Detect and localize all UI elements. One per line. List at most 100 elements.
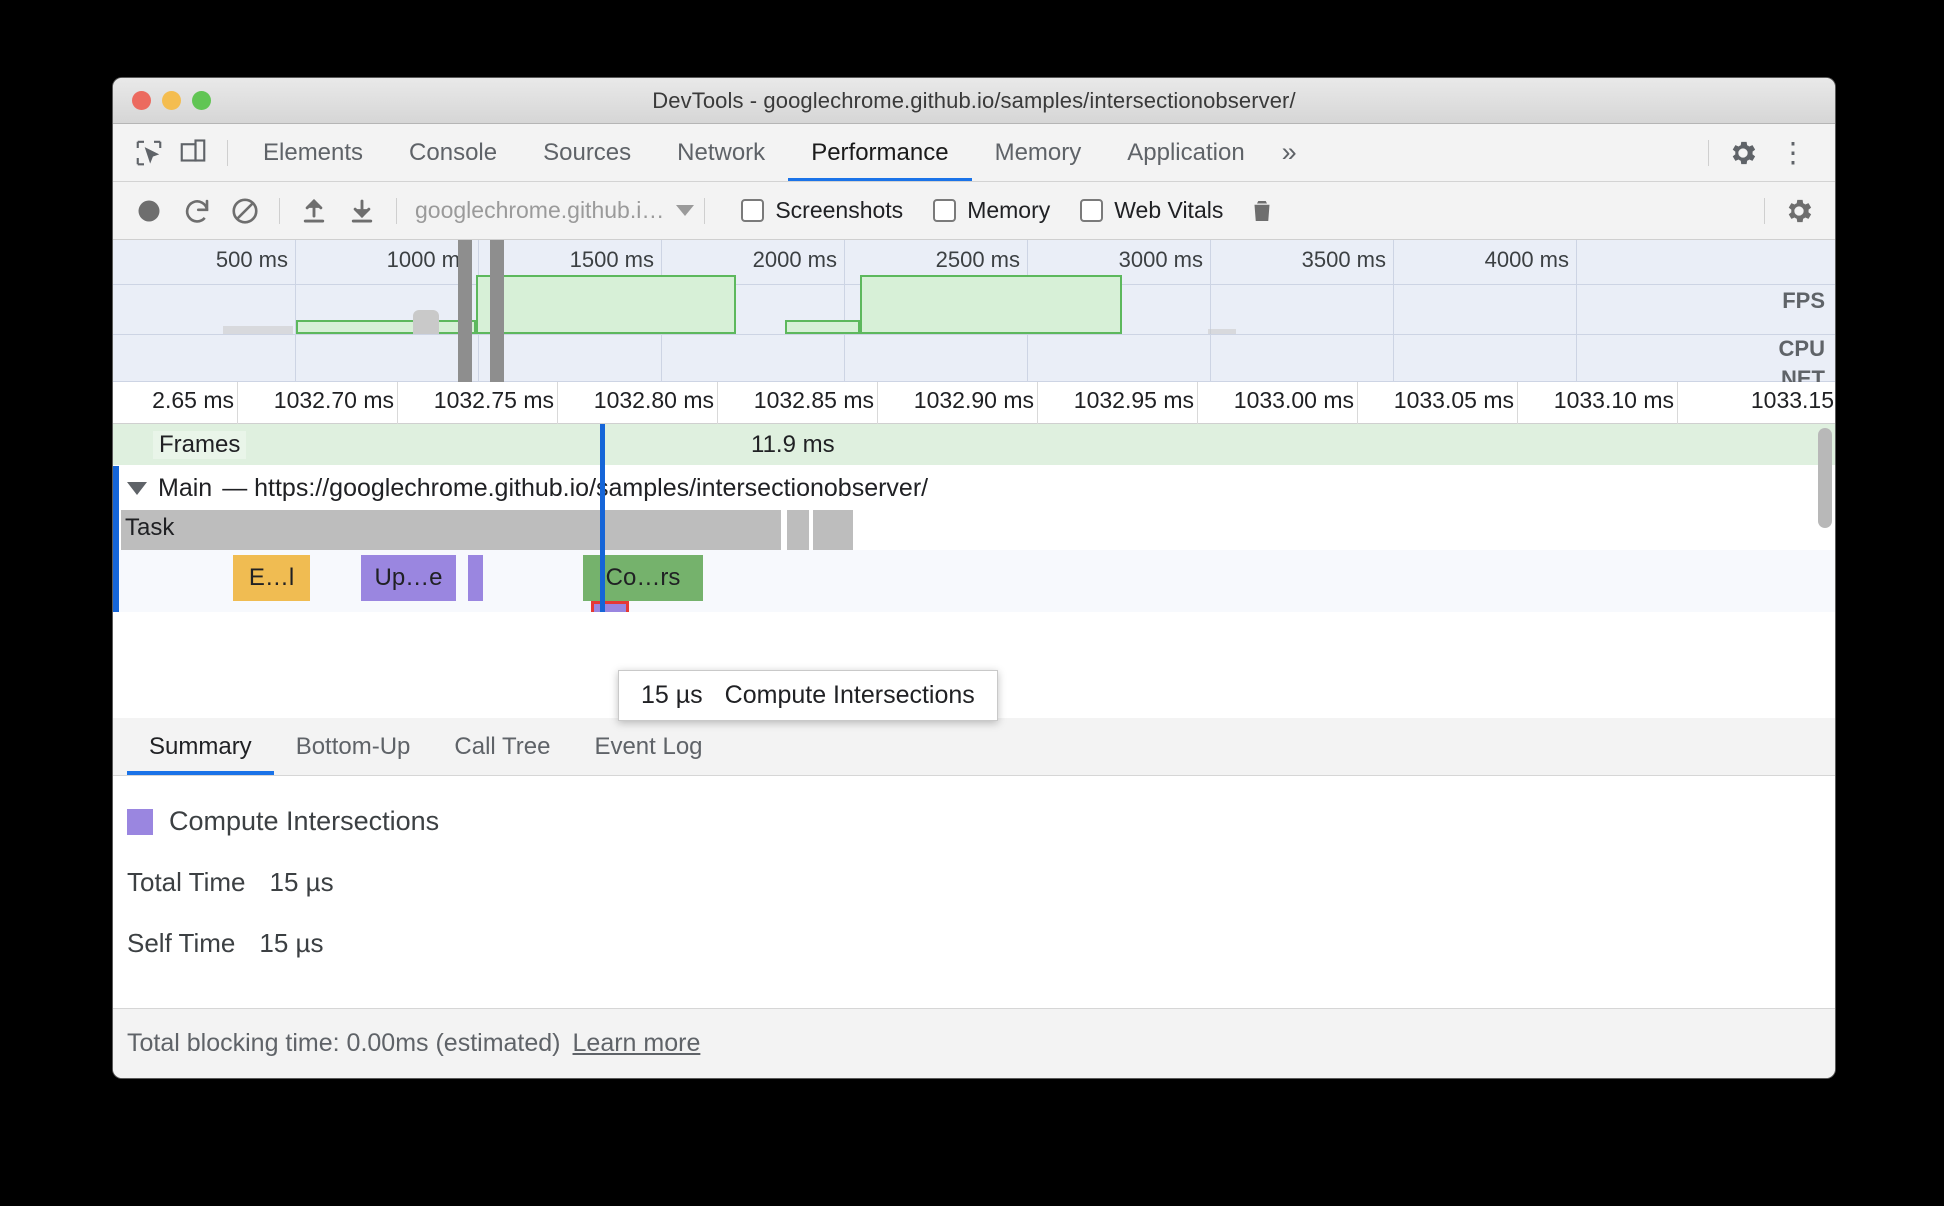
tab-elements[interactable]: Elements [240, 124, 386, 181]
checkbox-web-vitals[interactable]: Web Vitals [1080, 197, 1223, 224]
cpu-activity [1208, 329, 1236, 334]
overview-selection-handle-left[interactable] [458, 240, 472, 382]
ruler-tick: 1032.70 ms [238, 382, 398, 424]
summary-content: Compute Intersections Total Time 15 µs S… [113, 776, 1835, 959]
ruler-tick-label: 1032.70 ms [273, 387, 394, 413]
tab-bottom-up[interactable]: Bottom-Up [274, 718, 433, 775]
event-tooltip: 15 µs Compute Intersections [618, 670, 998, 721]
cpu-activity [223, 326, 293, 334]
frame-duration-label: 11.9 ms [751, 431, 835, 458]
event-block[interactable]: E…l [233, 555, 310, 601]
ruler-tick-label: 1033.00 ms [1233, 387, 1354, 413]
capture-settings-group: Screenshots Memory Web Vitals [741, 197, 1223, 224]
task-bar[interactable] [121, 510, 781, 550]
checkbox-box-memory[interactable] [933, 199, 957, 222]
task-row[interactable]: Task [113, 510, 1835, 550]
summary-label-self-time: Self Time [127, 928, 236, 958]
summary-value-self-time: 15 µs [259, 928, 324, 958]
tab-call-tree[interactable]: Call Tree [432, 718, 572, 775]
checkbox-label-web-vitals: Web Vitals [1114, 197, 1224, 223]
trash-icon[interactable] [1247, 196, 1277, 226]
ruler-tick: 1033.05 ms [1358, 382, 1518, 424]
record-circle-icon[interactable] [125, 189, 173, 233]
toolbar-divider-1 [279, 197, 280, 224]
ruler-tick: 1033.10 ms [1518, 382, 1678, 424]
timeline-playhead[interactable] [600, 424, 605, 612]
more-tabs-button[interactable]: » [1268, 124, 1311, 181]
checkbox-box-screenshots[interactable] [741, 199, 765, 222]
ruler-tick: 1033.15 [1678, 382, 1835, 424]
ruler-tick: 1032.95 ms [1038, 382, 1198, 424]
blocking-time-text: Total blocking time: 0.00ms (estimated) [127, 1029, 561, 1057]
url-dropdown-value: googlechrome.github.i… [415, 197, 665, 223]
selected-event-block[interactable] [591, 601, 629, 612]
timeline-overview[interactable]: 500 ms 1000 ms 1500 ms 2000 ms 2500 ms 3… [113, 240, 1835, 391]
checkbox-memory[interactable]: Memory [933, 197, 1050, 224]
details-tab-bar: Summary Bottom-Up Call Tree Event Log [113, 718, 1835, 776]
overview-tick-label: 2000 ms [752, 247, 837, 272]
ruler-tick-label: 1033.10 ms [1553, 387, 1674, 413]
event-row[interactable]: E…l Up…e Co…rs [113, 550, 1835, 612]
devtools-tab-bar: Elements Console Sources Network Perform… [113, 124, 1835, 182]
chevron-down-icon [676, 205, 695, 216]
chevron-down-icon[interactable] [127, 481, 147, 495]
reload-icon[interactable] [173, 189, 221, 233]
overview-tick-label: 3500 ms [1301, 247, 1386, 272]
ruler-tick-label: 1032.90 ms [913, 387, 1034, 413]
gear-icon[interactable] [1721, 131, 1765, 175]
summary-label-total-time: Total Time [127, 867, 246, 897]
tab-event-log[interactable]: Event Log [572, 718, 724, 775]
ruler-tick: 1032.80 ms [558, 382, 718, 424]
tab-memory[interactable]: Memory [972, 124, 1105, 181]
ruler-tick-label: 2.65 ms [152, 387, 234, 413]
fps-band [785, 320, 860, 334]
summary-value-total-time: 15 µs [269, 867, 334, 897]
tab-performance[interactable]: Performance [788, 124, 971, 181]
event-block[interactable]: Up…e [361, 555, 456, 601]
ruler-tick: 1032.75 ms [398, 382, 558, 424]
main-track-header[interactable]: Main — https://googlechrome.github.io/sa… [113, 466, 1835, 510]
download-arrow-icon[interactable] [338, 189, 386, 233]
tab-console[interactable]: Console [386, 124, 520, 181]
overview-selection-handle-right[interactable] [490, 240, 504, 382]
flame-chart-tracks[interactable]: Frames 11.9 ms Main — https://googlechro… [113, 424, 1835, 612]
task-bar[interactable] [813, 510, 853, 550]
checkbox-label-screenshots: Screenshots [775, 197, 904, 223]
overview-tick-label: 1500 ms [569, 247, 654, 272]
checkbox-screenshots[interactable]: Screenshots [741, 197, 903, 224]
learn-more-link[interactable]: Learn more [573, 1029, 701, 1058]
overview-row-label-cpu: CPU [1778, 336, 1825, 361]
fps-band [296, 320, 476, 334]
zoom-button[interactable] [192, 91, 211, 110]
overview-row-label-fps: FPS [1782, 288, 1825, 313]
clear-prohibited-icon[interactable] [221, 189, 269, 233]
toolbar-divider-2 [396, 197, 397, 224]
tab-application[interactable]: Application [1104, 124, 1267, 181]
more-options-icon[interactable]: ⋮ [1765, 136, 1821, 169]
frames-track[interactable]: Frames 11.9 ms [113, 424, 1835, 466]
minimize-button[interactable] [162, 91, 181, 110]
capture-settings-gear-icon[interactable] [1775, 189, 1823, 233]
ruler-tick: 1032.90 ms [878, 382, 1038, 424]
close-button[interactable] [132, 91, 151, 110]
window-title: DevTools - googlechrome.github.io/sample… [652, 87, 1296, 113]
tracks-scrollbar[interactable] [1818, 428, 1832, 528]
overview-tick-label: 4000 ms [1484, 247, 1569, 272]
device-toolbar-icon[interactable] [171, 131, 215, 175]
upload-arrow-icon[interactable] [290, 189, 338, 233]
detail-timeline-ruler[interactable]: 2.65 ms 1032.70 ms 1032.75 ms 1032.80 ms… [113, 382, 1835, 424]
event-block[interactable] [468, 555, 483, 601]
inspect-element-icon[interactable] [127, 131, 171, 175]
tab-sources[interactable]: Sources [520, 124, 654, 181]
track-left-edge [113, 466, 119, 612]
event-color-swatch [127, 808, 153, 835]
ruler-tick-label: 1032.75 ms [433, 387, 554, 413]
tab-network[interactable]: Network [654, 124, 788, 181]
checkbox-label-memory: Memory [967, 197, 1051, 223]
ruler-tick: 2.65 ms [113, 382, 238, 424]
tab-summary[interactable]: Summary [127, 718, 274, 775]
checkbox-box-web-vitals[interactable] [1080, 199, 1104, 222]
toolbar-divider-3 [704, 197, 706, 224]
task-bar[interactable] [787, 510, 809, 550]
url-dropdown[interactable]: googlechrome.github.i… [415, 197, 695, 224]
